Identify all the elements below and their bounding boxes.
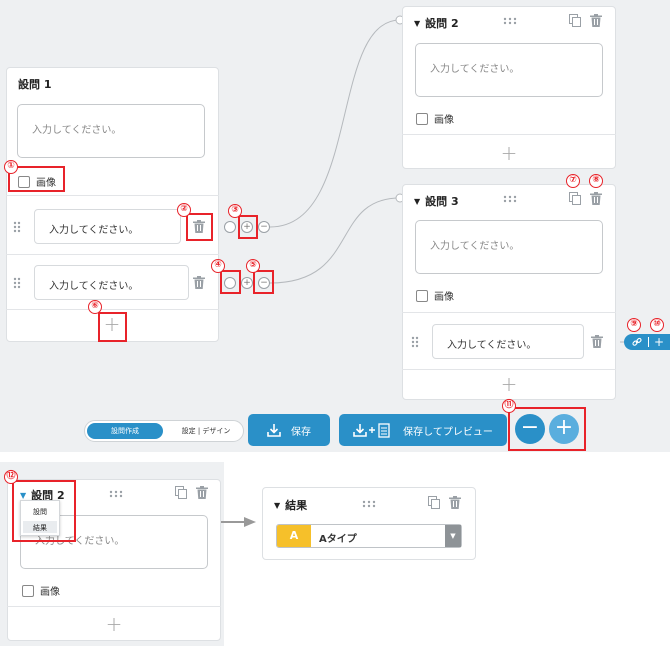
- question-text-input[interactable]: 入力してください。: [415, 43, 603, 97]
- add-option-plus-icon[interactable]: +: [499, 374, 519, 394]
- checkbox-box[interactable]: [416, 112, 428, 125]
- tab-settings-design[interactable]: 設定 | デザイン: [171, 423, 241, 439]
- image-checkbox[interactable]: 画像: [22, 583, 60, 598]
- checkbox-box[interactable]: [22, 584, 34, 597]
- trash-icon[interactable]: [591, 335, 603, 348]
- divider: [402, 312, 616, 313]
- question-title[interactable]: 設問 1: [18, 76, 51, 92]
- callout-7: ⑦: [566, 174, 580, 188]
- plus-icon[interactable]: +: [654, 334, 664, 350]
- divider: [402, 134, 616, 135]
- add-option-plus-icon[interactable]: +: [104, 614, 124, 634]
- drag-dots-icon[interactable]: [503, 195, 517, 203]
- save-label: 保存: [291, 426, 311, 438]
- option-input-1[interactable]: 入力してください。: [34, 209, 181, 244]
- highlight-box-3: [238, 215, 258, 239]
- trash-icon[interactable]: [590, 192, 602, 205]
- mode-tabs: 設問作成 設定 | デザイン: [84, 420, 244, 442]
- connect-point-icon[interactable]: [224, 221, 236, 233]
- save-preview-label: 保存してプレビュー: [403, 426, 493, 438]
- chevron-down-icon[interactable]: ▼: [445, 525, 461, 547]
- tab-question-create[interactable]: 設問作成: [87, 423, 163, 439]
- trash-icon[interactable]: [590, 14, 602, 27]
- drag-dots-icon[interactable]: [362, 500, 376, 508]
- image-checkbox[interactable]: 画像: [416, 111, 454, 126]
- image-label: 画像: [434, 292, 454, 303]
- image-checkbox[interactable]: 画像: [416, 288, 454, 303]
- highlight-box-4: [220, 270, 241, 294]
- callout-12: ⑫: [4, 470, 18, 484]
- placeholder-text: 入力してください。: [447, 340, 537, 351]
- trash-icon[interactable]: [449, 496, 461, 509]
- drag-handle-icon[interactable]: [411, 336, 419, 348]
- question-title[interactable]: ▼ 設問 2: [414, 15, 459, 31]
- image-label: 画像: [434, 115, 454, 126]
- divider: [6, 195, 219, 196]
- pill-divider: [648, 337, 649, 347]
- callout-8: ⑧: [589, 174, 603, 188]
- divider: [6, 309, 219, 310]
- question-text-input[interactable]: 入力してください。: [17, 104, 205, 158]
- copy-icon[interactable]: [175, 486, 187, 499]
- callout-6: ⑥: [88, 300, 102, 314]
- callout-5: ⑤: [246, 259, 260, 273]
- drag-handle-icon[interactable]: [13, 221, 21, 233]
- callout-2: ②: [177, 203, 191, 217]
- copy-icon[interactable]: [569, 14, 581, 27]
- highlight-box-11: [508, 407, 586, 451]
- callout-11: ⑪: [502, 399, 516, 413]
- option-input-2[interactable]: 入力してください。: [34, 265, 189, 300]
- callout-9: ⑨: [627, 318, 641, 332]
- divider: [7, 606, 221, 607]
- result-type-select[interactable]: A Aタイプ ▼: [276, 524, 462, 548]
- callout-10: ⑩: [650, 318, 664, 332]
- download-document-icon: [353, 422, 390, 438]
- highlight-box-6: [98, 312, 127, 342]
- result-value: Aタイプ: [319, 534, 357, 545]
- callout-3: ③: [228, 204, 242, 218]
- highlight-box-2: [186, 213, 213, 241]
- divider: [6, 254, 219, 255]
- highlight-box-12: [12, 480, 76, 542]
- highlight-box-5: [253, 270, 274, 294]
- trash-icon[interactable]: [196, 486, 208, 499]
- image-label: 画像: [40, 587, 60, 598]
- branch-plus-icon[interactable]: +: [241, 277, 253, 289]
- save-button[interactable]: 保存: [248, 414, 330, 446]
- question-title[interactable]: ▼ 設問 3: [414, 193, 459, 209]
- copy-icon[interactable]: [428, 496, 440, 509]
- link-icon[interactable]: [632, 337, 642, 347]
- branch-minus-icon[interactable]: −: [258, 221, 270, 233]
- drag-dots-icon[interactable]: [109, 490, 123, 498]
- download-icon: [267, 423, 281, 437]
- callout-4: ④: [211, 259, 225, 273]
- result-badge: A: [277, 525, 311, 547]
- placeholder-text: 入力してください。: [430, 64, 520, 75]
- checkbox-box[interactable]: [416, 289, 428, 302]
- option-input[interactable]: 入力してください。: [432, 324, 584, 359]
- drag-dots-icon[interactable]: [503, 17, 517, 25]
- chevron-down-icon[interactable]: ▼: [274, 501, 280, 510]
- link-add-pill[interactable]: +: [624, 334, 670, 350]
- copy-icon[interactable]: [569, 192, 581, 205]
- placeholder-text: 入力してください。: [430, 241, 520, 252]
- placeholder-text: 入力してください。: [49, 225, 139, 236]
- placeholder-text: 入力してください。: [32, 125, 122, 136]
- result-title[interactable]: ▼ 結果: [274, 497, 307, 513]
- trash-icon[interactable]: [193, 276, 205, 289]
- placeholder-text: 入力してください。: [49, 281, 139, 292]
- drag-handle-icon[interactable]: [13, 277, 21, 289]
- divider: [402, 369, 616, 370]
- add-option-plus-icon[interactable]: +: [499, 143, 519, 163]
- callout-1: ①: [4, 160, 18, 174]
- question-text-input[interactable]: 入力してください。: [415, 220, 603, 274]
- save-preview-button[interactable]: 保存してプレビュー: [339, 414, 507, 446]
- chevron-down-icon[interactable]: ▼: [414, 197, 420, 206]
- chevron-down-icon[interactable]: ▼: [414, 19, 420, 28]
